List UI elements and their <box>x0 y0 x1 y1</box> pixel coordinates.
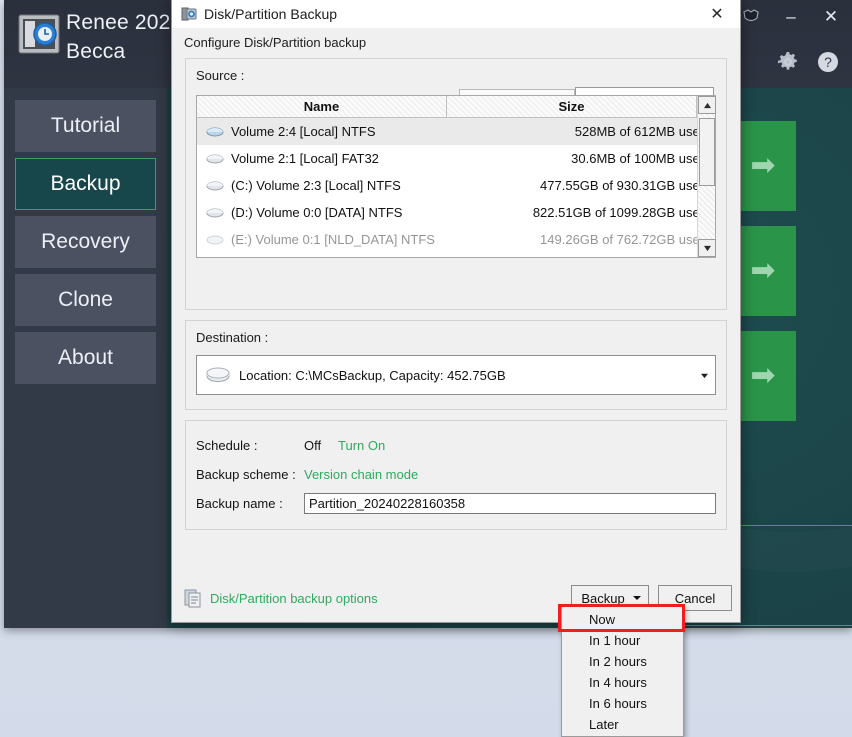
destination-combobox[interactable]: Location: C:\MCsBackup, Capacity: 452.75… <box>196 355 716 395</box>
dialog-titlebar: Disk/Partition Backup ✕ <box>172 0 740 28</box>
schedule-group: Schedule : Off Turn On Backup scheme : V… <box>185 420 727 530</box>
row-size: 822.51GB of 1099.28GB used <box>532 205 707 220</box>
options-document-icon <box>184 588 202 608</box>
skin-icon[interactable] <box>738 4 764 30</box>
table-row[interactable]: (C:) Volume 2:3 [Local] NTFS 477.55GB of… <box>197 172 715 199</box>
partition-icon <box>205 152 225 165</box>
partition-icon <box>205 179 225 192</box>
scroll-up-button[interactable] <box>698 96 716 114</box>
backup-options-link[interactable]: Disk/Partition backup options <box>184 588 378 608</box>
list-rows: Volume 2:4 [Local] NTFS 528MB of 612MB u… <box>197 118 715 258</box>
row-name: Volume 2:1 [Local] FAT32 <box>231 151 379 166</box>
row-name: (D:) Volume 0:0 [DATA] NTFS <box>231 205 403 220</box>
menu-item-now[interactable]: Now <box>562 609 683 630</box>
schedule-row: Schedule : Off Turn On <box>186 431 726 460</box>
menu-item-in-1-hour[interactable]: In 1 hour <box>562 630 683 651</box>
row-size: 30.6MB of 100MB used <box>571 151 707 166</box>
row-size: 477.55GB of 930.31GB used <box>540 178 707 193</box>
destination-value: Location: C:\MCsBackup, Capacity: 452.75… <box>239 367 506 383</box>
partition-list: Name Size Volume 2:4 [Local] NTFS 528MB … <box>196 95 716 258</box>
table-row[interactable]: Volume 2:1 [Local] FAT32 30.6MB of 100MB… <box>197 145 715 172</box>
gear-icon[interactable] <box>776 50 800 74</box>
row-name: (E:) Volume 0:1 [NLD_DATA] NTFS <box>231 232 435 247</box>
row-size: 528MB of 612MB used <box>574 124 707 139</box>
sidebar-item-tutorial[interactable]: Tutorial <box>15 100 156 152</box>
safe-vault-icon <box>16 12 62 56</box>
chevron-down-icon[interactable] <box>633 596 641 600</box>
backup-name-input[interactable] <box>304 493 716 514</box>
menu-item-in-4-hours[interactable]: In 4 hours <box>562 672 683 693</box>
arrow-right-icon: ➡ <box>750 359 776 392</box>
sidebar-item-recovery[interactable]: Recovery <box>15 216 156 268</box>
sidebar-item-label: About <box>58 346 113 369</box>
arrow-right-icon: ➡ <box>750 149 776 182</box>
screen: Renee 202 Becca – ✕ ? Tutorial Backup Re… <box>0 0 852 737</box>
source-group: Source : Backup Disk Backup Partition <box>185 58 727 310</box>
backup-scheme-label: Backup scheme : <box>196 467 296 482</box>
menu-item-later[interactable]: Later <box>562 714 683 735</box>
backup-name-row: Backup name : <box>186 489 726 518</box>
table-row[interactable]: (E:) Volume 0:1 [NLD_DATA] NTFS 149.26GB… <box>197 226 715 253</box>
table-row[interactable]: Volume 2:4 [Local] NTFS 528MB of 612MB u… <box>197 118 715 145</box>
sidebar-nav: Tutorial Backup Recovery Clone About <box>4 88 167 628</box>
sidebar-item-about[interactable]: About <box>15 332 156 384</box>
backup-scheme-link[interactable]: Version chain mode <box>304 467 418 482</box>
sidebar-item-backup[interactable]: Backup <box>15 158 156 210</box>
sidebar-item-label: Tutorial <box>50 114 121 137</box>
destination-group: Destination : Location: C:\MCsBackup, Ca… <box>185 320 727 410</box>
source-label: Source : <box>196 68 245 83</box>
menu-item-in-6-hours[interactable]: In 6 hours <box>562 693 683 714</box>
close-button[interactable]: ✕ <box>818 4 844 30</box>
disk-backup-icon <box>181 6 197 22</box>
list-scrollbar[interactable] <box>697 96 716 257</box>
svg-text:?: ? <box>824 54 832 70</box>
minimize-button[interactable]: – <box>778 4 804 30</box>
dialog-close-button[interactable]: ✕ <box>694 0 740 28</box>
scrollbar-thumb[interactable] <box>699 118 715 186</box>
scroll-down-button[interactable] <box>698 239 716 257</box>
dialog-title: Disk/Partition Backup <box>204 6 338 22</box>
backup-name-label: Backup name : <box>196 496 283 511</box>
disk-partition-backup-dialog: Disk/Partition Backup ✕ Configure Disk/P… <box>171 0 741 623</box>
background-partial-text: udy <box>779 625 802 628</box>
partition-icon <box>205 233 225 246</box>
cancel-button-label: Cancel <box>674 590 716 606</box>
backup-button-label: Backup <box>581 590 625 606</box>
row-name: Volume 2:4 [Local] NTFS <box>231 124 376 139</box>
backup-scheme-row: Backup scheme : Version chain mode <box>186 460 726 489</box>
backup-options-label: Disk/Partition backup options <box>210 590 378 606</box>
table-row[interactable]: (D:) Volume 0:0 [DATA] NTFS 822.51GB of … <box>197 199 715 226</box>
destination-label: Destination : <box>196 330 269 345</box>
column-header-name[interactable]: Name <box>197 96 447 118</box>
sidebar-item-label: Recovery <box>41 230 130 253</box>
app-toolbar: ? <box>776 50 840 74</box>
column-header-size[interactable]: Size <box>447 96 697 118</box>
row-size: 149.26GB of 762.72GB used <box>540 232 707 247</box>
partition-icon <box>205 206 225 219</box>
arrow-right-icon: ➡ <box>750 254 776 287</box>
schedule-fields: Schedule : Off Turn On Backup scheme : V… <box>186 421 726 530</box>
question-mark-icon[interactable]: ? <box>816 50 840 74</box>
dialog-subtitle: Configure Disk/Partition backup <box>172 28 740 56</box>
schedule-label: Schedule : <box>196 438 258 453</box>
list-header-row: Name Size <box>197 96 715 118</box>
hard-disk-icon <box>205 366 231 384</box>
schedule-state: Off <box>304 438 322 453</box>
partition-icon <box>205 125 225 138</box>
backup-schedule-dropdown: Now In 1 hour In 2 hours In 4 hours In 6… <box>561 605 684 737</box>
sidebar-item-label: Clone <box>58 288 113 311</box>
sidebar-item-clone[interactable]: Clone <box>15 274 156 326</box>
turn-on-link[interactable]: Turn On <box>338 438 385 453</box>
sidebar-item-label: Backup <box>50 172 121 195</box>
window-controls: – ✕ <box>738 4 844 30</box>
row-name: (C:) Volume 2:3 [Local] NTFS <box>231 178 401 193</box>
chevron-down-icon[interactable] <box>696 358 713 392</box>
menu-item-in-2-hours[interactable]: In 2 hours <box>562 651 683 672</box>
